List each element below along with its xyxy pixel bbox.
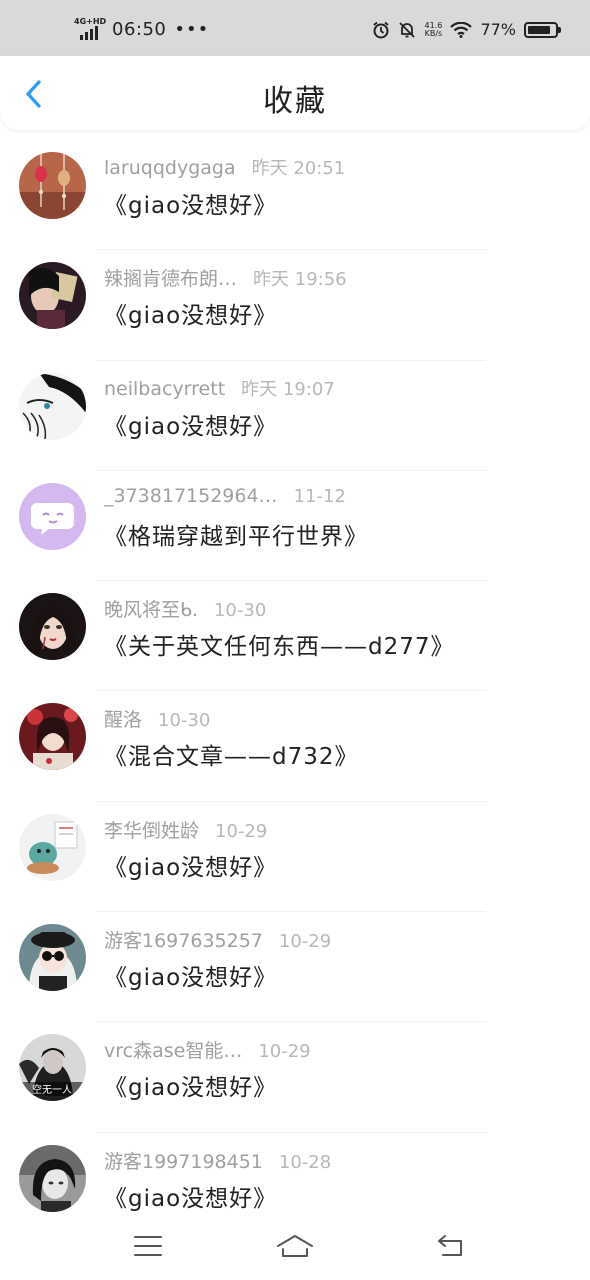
favorites-list: laruqqdygaga 昨天 20:51 《giao没想好》 辣搁肯德布朗… … [0, 140, 590, 1243]
article-title[interactable]: 《giao没想好》 [104, 186, 277, 220]
article-title[interactable]: 《关于英文任何东西——d277》 [104, 627, 455, 661]
article-title[interactable]: 《giao没想好》 [104, 407, 277, 441]
clock: 06:50 [112, 18, 167, 40]
avatar[interactable]: 空无一人 [19, 1034, 86, 1102]
home-icon [277, 1235, 313, 1257]
network-speed: 41.6 KB/s [424, 20, 443, 38]
app-header: 收藏 [0, 56, 590, 130]
signal-icon: 4G+HD [74, 18, 106, 40]
favorite-item[interactable]: _373817152964… 11-12 《格瑞穿越到平行世界》 [0, 471, 590, 582]
status-right: 41.6 KB/s 77% [372, 20, 561, 39]
favorite-item[interactable]: laruqqdygaga 昨天 20:51 《giao没想好》 [0, 140, 590, 251]
username[interactable]: 游客1997198451 [104, 1147, 263, 1174]
timestamp: 11-12 [293, 485, 346, 507]
item-meta: vrc森ase智能… 10-29 [104, 1036, 311, 1063]
timestamp: 昨天 19:07 [241, 378, 335, 400]
timestamp: 10-29 [215, 820, 268, 842]
avatar[interactable] [19, 1144, 86, 1212]
favorite-item[interactable]: 醒洛 10-30 《混合文章——d732》 [0, 691, 590, 802]
home-button[interactable] [273, 1226, 317, 1266]
article-title[interactable]: 《混合文章——d732》 [104, 737, 359, 771]
username[interactable]: 醒洛 [104, 705, 142, 732]
item-meta: 辣搁肯德布朗… 昨天 19:56 [104, 264, 347, 291]
avatar[interactable] [19, 262, 86, 330]
system-nav-bar [0, 1214, 590, 1280]
alarm-icon [373, 21, 390, 38]
favorite-item[interactable]: 辣搁肯德布朗… 昨天 19:56 《giao没想好》 [0, 250, 590, 361]
avatar[interactable] [19, 813, 86, 881]
item-meta: laruqqdygaga 昨天 20:51 [104, 154, 345, 180]
item-meta: 游客1697635257 10-29 [104, 926, 331, 953]
timestamp: 10-30 [213, 600, 267, 622]
avatar[interactable] [19, 593, 86, 661]
avatar[interactable] [19, 372, 86, 440]
default-avatar-icon [19, 482, 86, 550]
item-meta: neilbacyrrett 昨天 19:07 [104, 375, 335, 401]
article-title[interactable]: 《giao没想好》 [104, 848, 277, 882]
status-bar: 4G+HD 06:50 ••• 41.6 KB/s 77% [0, 0, 590, 56]
username[interactable]: 李华倒姓龄 [104, 816, 199, 843]
username[interactable]: vrc森ase智能… [104, 1036, 242, 1063]
avatar-caption: 空无一人 [32, 1083, 72, 1096]
favorite-item[interactable]: 游客1697635257 10-29 《giao没想好》 [0, 912, 590, 1023]
avatar[interactable] [19, 703, 86, 771]
timestamp: 10-29 [258, 1041, 311, 1063]
username[interactable]: laruqqdygaga [104, 157, 236, 179]
menu-icon [134, 1236, 162, 1256]
wifi-icon [450, 21, 473, 38]
article-title[interactable]: 《giao没想好》 [104, 958, 277, 992]
network-type: 4G+HD [74, 17, 107, 26]
favorite-item[interactable]: 空无一人 vrc森ase智能… 10-29 《giao没想好》 [0, 1022, 590, 1133]
more-notifications: ••• [174, 18, 210, 40]
item-meta: 李华倒姓龄 10-29 [104, 816, 267, 843]
return-icon [438, 1235, 462, 1256]
mute-icon [399, 21, 416, 38]
username[interactable]: 晚风将至ᑲ. [104, 595, 198, 622]
article-title[interactable]: 《giao没想好》 [104, 1179, 277, 1213]
timestamp: 10-29 [278, 931, 332, 953]
favorite-item[interactable]: neilbacyrrett 昨天 19:07 《giao没想好》 [0, 361, 590, 471]
item-meta: _373817152964… 11-12 [104, 485, 346, 507]
article-title[interactable]: 《格瑞穿越到平行世界》 [104, 517, 368, 551]
battery-percent: 77% [480, 20, 516, 39]
item-meta: 游客1997198451 10-28 [104, 1147, 331, 1174]
timestamp: 昨天 19:56 [253, 269, 347, 291]
return-button[interactable] [428, 1226, 472, 1266]
username[interactable]: neilbacyrrett [104, 378, 225, 400]
article-title[interactable]: 《giao没想好》 [104, 296, 277, 330]
username[interactable]: 游客1697635257 [104, 926, 263, 953]
timestamp: 昨天 20:51 [251, 158, 346, 179]
item-meta: 晚风将至ᑲ. 10-30 [104, 595, 266, 622]
menu-button[interactable] [126, 1226, 170, 1266]
page-title: 收藏 [263, 84, 327, 119]
timestamp: 10-28 [278, 1151, 332, 1173]
article-title[interactable]: 《giao没想好》 [104, 1068, 277, 1102]
favorite-item[interactable]: 李华倒姓龄 10-29 《giao没想好》 [0, 802, 590, 913]
avatar[interactable] [19, 152, 86, 219]
username[interactable]: 辣搁肯德布朗… [104, 264, 237, 291]
avatar[interactable] [19, 482, 86, 550]
favorite-item[interactable]: 晚风将至ᑲ. 10-30 《关于英文任何东西——d277》 [0, 581, 590, 692]
status-left: 4G+HD 06:50 ••• [74, 18, 209, 40]
username[interactable]: _373817152964… [104, 485, 278, 507]
item-meta: 醒洛 10-30 [104, 705, 210, 732]
battery-icon [524, 21, 561, 38]
timestamp: 10-30 [158, 710, 211, 732]
avatar[interactable] [19, 924, 86, 992]
